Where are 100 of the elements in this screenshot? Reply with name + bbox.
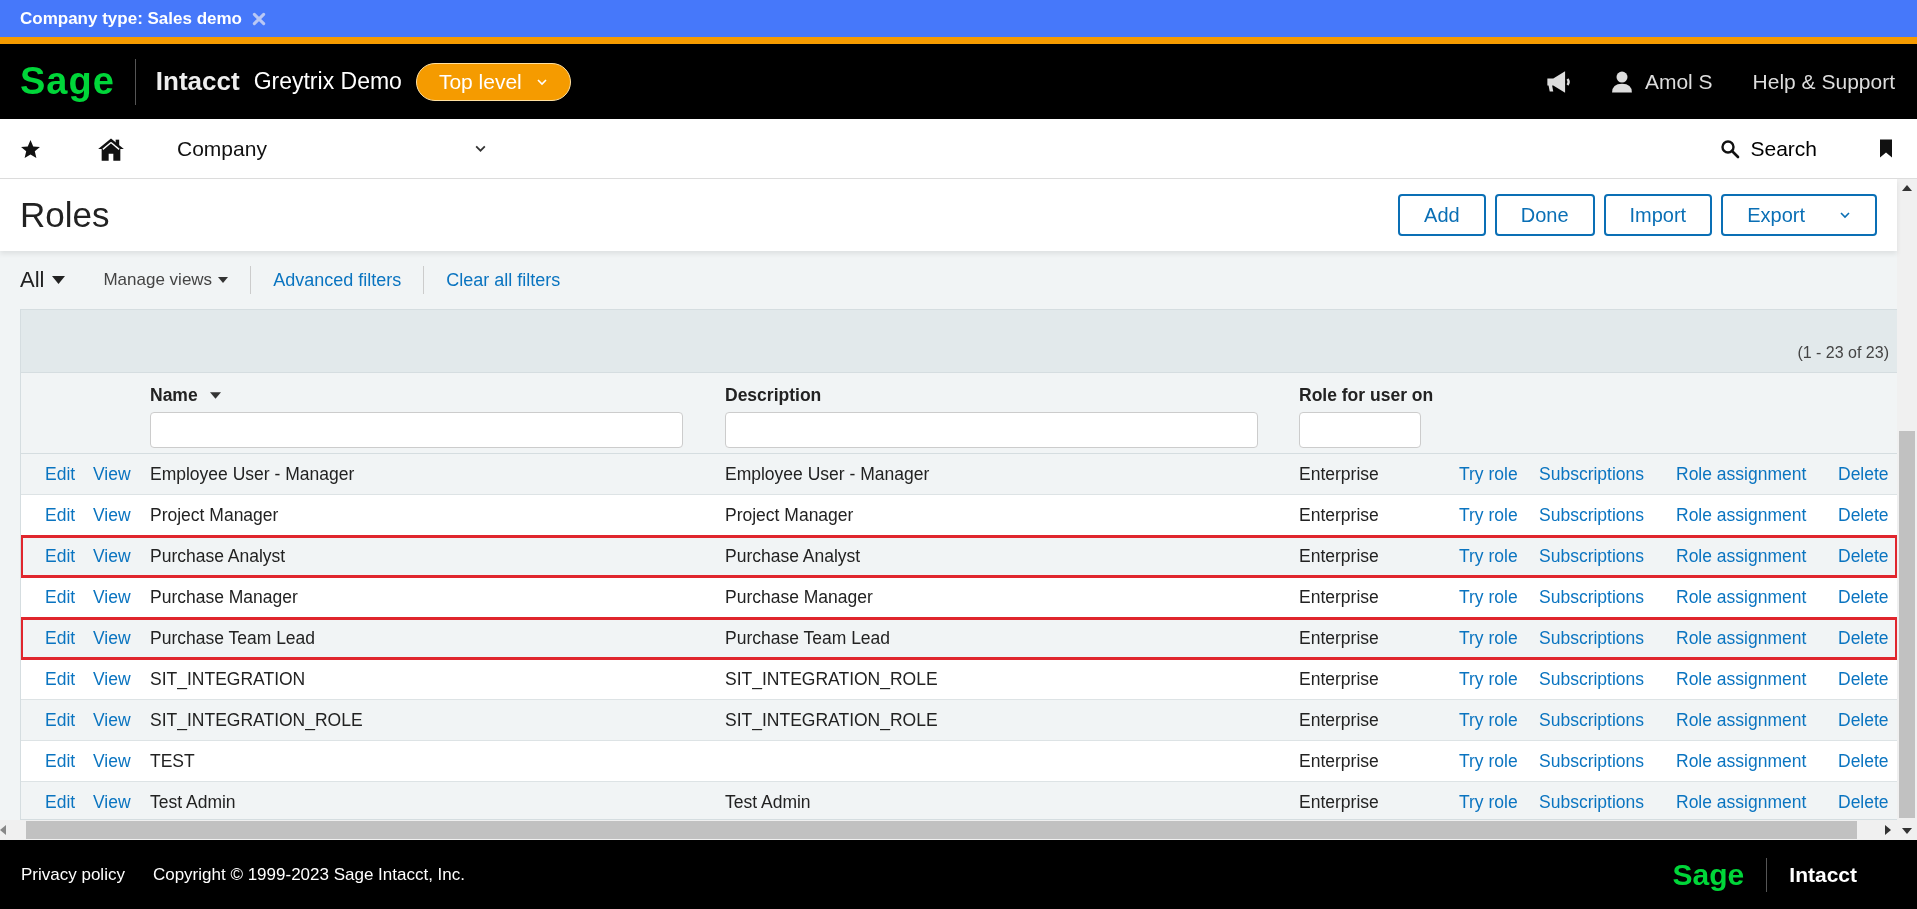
table-cell-text: Employee User - Manager <box>150 463 356 485</box>
table-cell-text: Enterprise <box>1299 504 1380 526</box>
caret-down-icon <box>52 276 66 284</box>
row-link[interactable]: Subscriptions <box>1539 668 1676 690</box>
row-link[interactable]: Edit <box>45 545 93 567</box>
filter-link[interactable]: Advanced filters <box>273 269 402 291</box>
row-link[interactable]: Subscriptions <box>1539 504 1676 526</box>
row-link[interactable]: Try role <box>1459 709 1539 731</box>
filter-link[interactable]: Clear all filters <box>446 269 561 291</box>
star-icon[interactable] <box>20 138 41 159</box>
row-link[interactable]: View <box>93 627 150 649</box>
row-link[interactable]: View <box>93 463 150 485</box>
row-link[interactable]: View <box>93 586 150 608</box>
vertical-scrollbar[interactable] <box>1899 431 1915 818</box>
action-button[interactable]: Done <box>1494 194 1595 236</box>
column-header[interactable]: Name <box>150 385 198 406</box>
row-link[interactable]: Edit <box>45 463 93 485</box>
help-link[interactable]: Help & Support <box>1752 69 1895 94</box>
table-cell-text: Enterprise <box>1299 463 1380 485</box>
row-link[interactable]: Try role <box>1459 668 1539 690</box>
search-button[interactable]: Search <box>1720 136 1817 161</box>
table-cell-text: Enterprise <box>1299 627 1380 649</box>
action-button[interactable]: Import <box>1603 194 1713 236</box>
row-link[interactable]: Edit <box>45 709 93 731</box>
row-link[interactable]: Role assignment <box>1676 545 1838 567</box>
row-link[interactable]: Subscriptions <box>1539 586 1676 608</box>
scroll-left-icon[interactable] <box>0 825 6 835</box>
table-cell-text: Test Admin <box>725 791 812 813</box>
scroll-up-icon[interactable] <box>1902 185 1912 191</box>
column-header[interactable]: Role for user on <box>1299 385 1434 406</box>
table-cell-text: Purchase Team Lead <box>150 627 317 649</box>
product-name: Intacct <box>1789 862 1857 887</box>
row-link[interactable]: Subscriptions <box>1539 463 1676 485</box>
row-link[interactable]: Role assignment <box>1676 504 1838 526</box>
row-link[interactable]: Delete <box>1838 545 1897 567</box>
row-link[interactable]: Try role <box>1459 504 1539 526</box>
filter-field[interactable] <box>150 412 683 448</box>
manage-views-dropdown[interactable]: Manage views <box>103 270 229 290</box>
row-link[interactable]: Edit <box>45 504 93 526</box>
scroll-down-icon[interactable] <box>1902 828 1912 834</box>
row-link[interactable]: Role assignment <box>1676 586 1838 608</box>
row-link[interactable]: Role assignment <box>1676 463 1838 485</box>
action-button[interactable]: Add <box>1398 194 1486 236</box>
row-link[interactable]: Subscriptions <box>1539 545 1676 567</box>
row-link[interactable]: Edit <box>45 750 93 772</box>
scroll-right-icon[interactable] <box>1885 825 1891 835</box>
table-cell-text: Enterprise <box>1299 750 1380 772</box>
table-cell-text: Purchase Analyst <box>150 545 287 567</box>
row-link[interactable]: Try role <box>1459 750 1539 772</box>
module-dropdown[interactable]: Company <box>177 136 487 161</box>
row-link[interactable]: Subscriptions <box>1539 750 1676 772</box>
row-link[interactable]: Delete <box>1838 586 1897 608</box>
row-link[interactable]: Edit <box>45 668 93 690</box>
row-link[interactable]: Delete <box>1838 504 1897 526</box>
row-link[interactable]: View <box>93 504 150 526</box>
sort-caret-icon <box>209 392 221 399</box>
dropdown-button[interactable]: Export <box>1721 194 1877 236</box>
row-link[interactable]: Subscriptions <box>1539 709 1676 731</box>
row-link[interactable]: Role assignment <box>1676 791 1838 813</box>
row-link[interactable]: Delete <box>1838 709 1897 731</box>
row-link[interactable]: View <box>93 545 150 567</box>
row-link[interactable]: Delete <box>1838 791 1897 813</box>
row-link[interactable]: Try role <box>1459 463 1539 485</box>
user-icon <box>1610 69 1633 94</box>
row-link[interactable]: Role assignment <box>1676 750 1838 772</box>
table-cell-text: Enterprise <box>1299 586 1380 608</box>
row-link[interactable]: Try role <box>1459 586 1539 608</box>
view-dropdown[interactable]: All <box>20 267 66 293</box>
row-link[interactable]: Edit <box>45 627 93 649</box>
row-link[interactable]: View <box>93 750 150 772</box>
user-name[interactable]: Amol S <box>1644 69 1713 94</box>
bookmark-icon[interactable] <box>1877 138 1895 159</box>
column-header[interactable]: Description <box>725 385 822 406</box>
table-cell-text: SIT_INTEGRATION_ROLE <box>725 668 939 690</box>
row-link[interactable]: Subscriptions <box>1539 627 1676 649</box>
row-link[interactable]: Subscriptions <box>1539 791 1676 813</box>
row-link[interactable]: Delete <box>1838 750 1897 772</box>
filter-field[interactable] <box>725 412 1258 448</box>
row-link[interactable]: View <box>93 709 150 731</box>
row-link[interactable]: View <box>93 791 150 813</box>
logo: Sage <box>20 60 115 103</box>
row-link[interactable]: Edit <box>45 791 93 813</box>
row-link[interactable]: Edit <box>45 586 93 608</box>
table-cell-text: Purchase Manager <box>725 586 874 608</box>
row-link[interactable]: Role assignment <box>1676 668 1838 690</box>
chevron-down-icon <box>1839 209 1851 221</box>
row-link[interactable]: Role assignment <box>1676 627 1838 649</box>
horizontal-scrollbar[interactable] <box>26 821 1857 839</box>
row-link[interactable]: Delete <box>1838 627 1897 649</box>
banner-text: Company type: Sales demo <box>20 8 242 29</box>
table-cell-text: SIT_INTEGRATION <box>150 668 307 690</box>
row-link[interactable]: Role assignment <box>1676 709 1838 731</box>
row-link[interactable]: View <box>93 668 150 690</box>
filter-field[interactable] <box>1299 412 1421 448</box>
row-link[interactable]: Try role <box>1459 545 1539 567</box>
row-link[interactable]: Try role <box>1459 791 1539 813</box>
row-link[interactable]: Delete <box>1838 668 1897 690</box>
row-link[interactable]: Delete <box>1838 463 1897 485</box>
row-link[interactable]: Try role <box>1459 627 1539 649</box>
footer-link[interactable]: Privacy policy <box>21 864 125 885</box>
